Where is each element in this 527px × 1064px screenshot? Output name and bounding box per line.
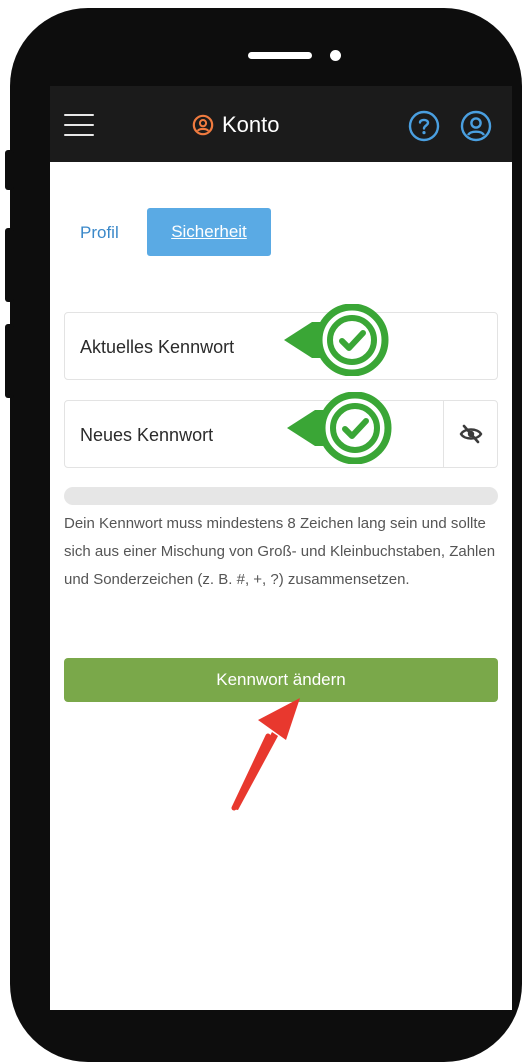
tab-sicherheit[interactable]: Sicherheit [147, 208, 271, 256]
annotation-arrow-icon [231, 698, 300, 811]
header-title-group: Konto [192, 112, 280, 138]
new-password-field[interactable]: Neues Kennwort [64, 400, 498, 468]
phone-camera [330, 50, 341, 61]
current-password-label: Aktuelles Kennwort [80, 337, 235, 357]
new-password-label: Neues Kennwort [80, 425, 214, 445]
current-password-field[interactable]: Aktuelles Kennwort [64, 312, 498, 380]
phone-side-button [5, 228, 14, 302]
phone-frame: Konto Profil Sicherheit Aktuelles Kennwo… [10, 8, 522, 1062]
hamburger-menu-icon[interactable] [64, 114, 94, 136]
user-circle-icon [192, 114, 214, 136]
tab-profil[interactable]: Profil [80, 221, 119, 245]
password-strength-bar [64, 487, 498, 505]
phone-speaker [248, 52, 312, 59]
user-circle-icon [460, 110, 492, 142]
password-hint: Dein Kennwort muss mindestens 8 Zeichen … [64, 515, 496, 588]
account-button[interactable] [460, 110, 492, 142]
page-title: Konto [222, 112, 280, 137]
check-badge-icon [287, 392, 392, 464]
toggle-visibility-button[interactable] [443, 401, 497, 467]
eye-slash-icon [459, 424, 482, 444]
question-circle-icon [408, 110, 440, 142]
app-header: Konto [50, 86, 512, 162]
phone-side-button [5, 150, 14, 190]
check-badge-icon [284, 304, 389, 376]
app-screen: Konto Profil Sicherheit Aktuelles Kennwo… [50, 86, 512, 1010]
phone-side-button [5, 324, 14, 398]
help-button[interactable] [408, 110, 440, 142]
